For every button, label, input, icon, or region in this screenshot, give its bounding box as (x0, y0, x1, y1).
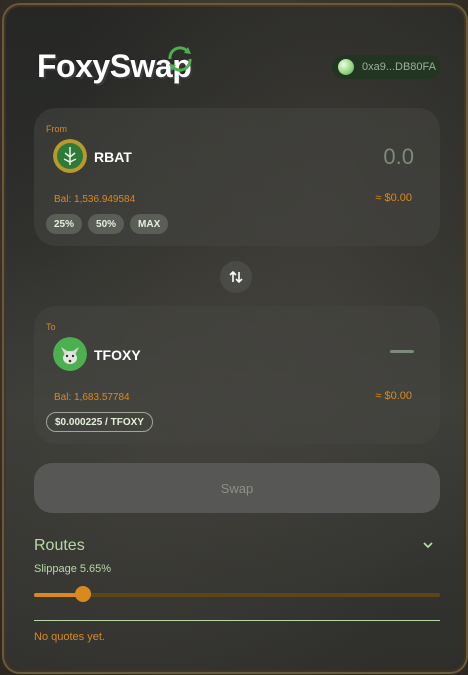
swap-widget: FoxySwap 0xa9...DB80FA From RBAT 0.0 Bal… (2, 3, 468, 674)
refresh-logo-icon (168, 46, 192, 72)
to-usd-value: ≈ $0.00 (375, 390, 412, 402)
from-usd-value: ≈ $0.00 (375, 192, 412, 204)
price-badge: $0.000225 / TFOXY (46, 412, 153, 432)
wallet-address: 0xa9...DB80FA (362, 61, 436, 73)
max-button[interactable]: MAX (130, 214, 169, 234)
from-balance: Bal: 1,536.949584 (54, 194, 136, 205)
to-amount-empty (390, 350, 414, 353)
no-quotes-message: No quotes yet. (34, 631, 105, 643)
swap-direction-button[interactable] (220, 261, 252, 293)
slippage-slider-track[interactable] (34, 593, 440, 597)
pct-50-button[interactable]: 50% (88, 214, 125, 234)
from-label: From (46, 124, 67, 134)
wallet-button[interactable]: 0xa9...DB80FA (332, 55, 440, 79)
divider (34, 620, 440, 621)
swap-arrows-icon (229, 270, 243, 284)
to-label: To (46, 322, 56, 332)
chevron-down-icon[interactable] (422, 539, 434, 551)
rbat-token-icon[interactable] (53, 139, 87, 173)
from-amount-input[interactable]: 0.0 (383, 144, 414, 170)
tfoxy-token-icon[interactable] (53, 337, 87, 371)
routes-title: Routes (34, 537, 85, 554)
from-token-name[interactable]: RBAT (94, 149, 132, 165)
pct-25-button[interactable]: 25% (46, 214, 83, 234)
quick-amount-group: 25% 50% MAX (46, 214, 169, 234)
from-card: From RBAT 0.0 Bal: 1,536.949584 ≈ $0.00 … (34, 108, 440, 246)
slippage-label: Slippage 5.65% (34, 563, 112, 575)
to-token-name[interactable]: TFOXY (94, 347, 141, 363)
to-card: To TFOXY Bal: 1,683.57784 ≈ $0.00 $0.000… (34, 306, 440, 444)
swap-button[interactable]: Swap (34, 463, 440, 513)
header: FoxySwap 0xa9...DB80FA (4, 5, 466, 105)
to-balance: Bal: 1,683.57784 (54, 392, 130, 403)
wallet-avatar-icon (338, 59, 354, 75)
slippage-slider-thumb[interactable] (74, 586, 91, 602)
